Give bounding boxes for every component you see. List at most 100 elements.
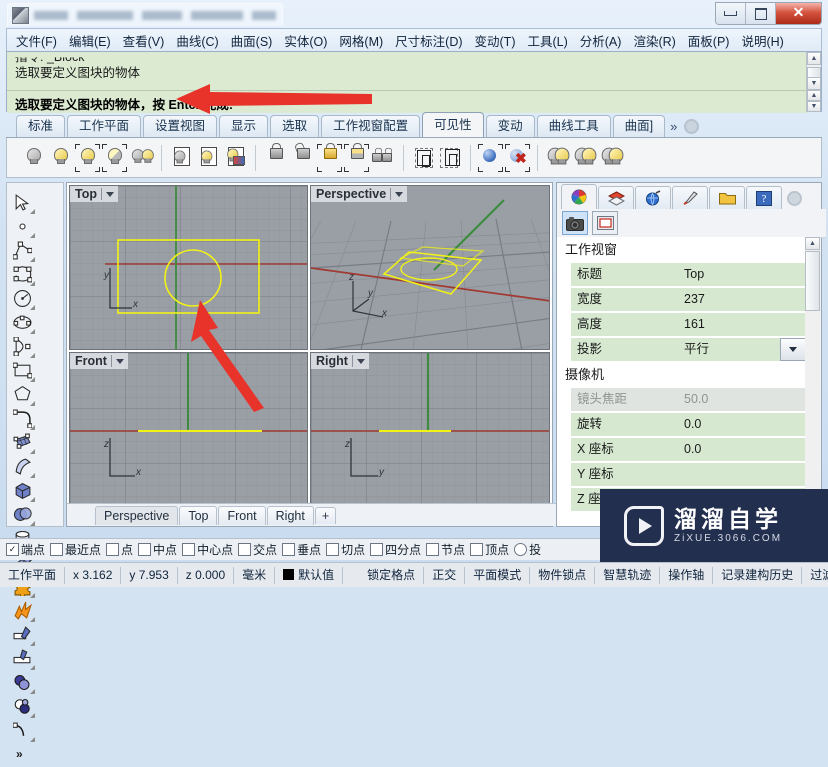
surface-from-points-icon[interactable]	[10, 431, 36, 455]
osnap-item-10[interactable]: 顶点	[470, 541, 509, 558]
lock-objects-icon[interactable]	[263, 142, 288, 173]
ribbon-tab-9[interactable]: 曲面]	[612, 115, 666, 137]
prompt-scroll-down-button[interactable]: ▼	[807, 101, 821, 112]
show-selected-icon[interactable]	[75, 143, 100, 173]
viewport-tab-add[interactable]: +	[314, 506, 337, 524]
ribbon-tab-8[interactable]: 曲线工具	[536, 115, 611, 137]
layers-tab-icon[interactable]	[598, 186, 634, 209]
polygon-icon[interactable]	[10, 383, 36, 407]
invert-lock-icon[interactable]	[344, 142, 369, 173]
osnap-checkbox[interactable]	[182, 543, 196, 556]
osnap-checkbox[interactable]: ✓	[6, 543, 19, 556]
viewport-perspective[interactable]: z y x Perspective	[310, 185, 550, 350]
status-toggle-6[interactable]: 记录建构历史	[713, 566, 803, 584]
prop-scroll-up-button[interactable]: ▲	[805, 237, 820, 250]
viewport-tab-right[interactable]: Right	[266, 505, 314, 525]
viewport-top[interactable]: y x Top	[69, 185, 308, 350]
light-on-icon[interactable]	[545, 143, 570, 173]
show-layer-icon[interactable]	[196, 143, 221, 173]
boolean-union-icon[interactable]	[10, 671, 36, 695]
ribbon-tab-4[interactable]: 选取	[270, 115, 320, 137]
hide-layer-icon[interactable]	[169, 143, 194, 173]
menu-item-7[interactable]: 尺寸标注(D)	[389, 28, 468, 53]
viewport-tab-top[interactable]: Top	[179, 505, 218, 525]
blend-curve-icon[interactable]	[10, 719, 36, 743]
more-tools-icon[interactable]: »	[10, 743, 36, 767]
menu-item-13[interactable]: 说明(H)	[735, 28, 789, 53]
scroll-up-button[interactable]: ▲	[807, 52, 821, 65]
osnap-item-5[interactable]: 交点	[238, 541, 277, 558]
osnap-checkbox[interactable]	[426, 543, 440, 556]
menu-item-5[interactable]: 实体(O)	[278, 28, 333, 53]
property-value[interactable]: Top	[679, 263, 806, 286]
hide-render-mesh-icon[interactable]: ✖	[505, 143, 530, 173]
ribbon-tab-5[interactable]: 工作视窗配置	[321, 115, 421, 137]
hide-objects-icon[interactable]	[21, 143, 46, 173]
select-arrow-icon[interactable]	[10, 191, 36, 215]
rectangle-icon[interactable]	[10, 359, 36, 383]
viewport-tab-perspective[interactable]: Perspective	[95, 505, 179, 525]
property-value[interactable]: 0.0	[679, 413, 806, 436]
prompt-scroll-up-button[interactable]: ▲	[807, 90, 821, 101]
property-value[interactable]	[679, 463, 806, 486]
chevron-down-icon[interactable]	[115, 358, 124, 364]
minimize-button[interactable]	[716, 3, 746, 24]
property-value[interactable]: 237	[679, 288, 806, 311]
osnap-item-4[interactable]: 中心点	[182, 541, 233, 558]
osnap-item-1[interactable]: 最近点	[50, 541, 101, 558]
ribbon-tab-2[interactable]: 设置视图	[143, 115, 218, 137]
chevron-down-icon[interactable]	[395, 191, 404, 197]
status-coord-z[interactable]: z 0.000	[178, 566, 235, 584]
status-toggle-3[interactable]: 物件锁点	[530, 566, 596, 584]
ribbon-tab-3[interactable]: 显示	[219, 115, 269, 137]
prop-scroll-thumb[interactable]	[805, 251, 820, 311]
ribbon-tab-7[interactable]: 变动	[485, 115, 535, 137]
boolean-difference-icon[interactable]	[10, 695, 36, 719]
property-value[interactable]: 平行	[679, 338, 781, 361]
property-dropdown-button[interactable]	[780, 338, 806, 361]
property-value[interactable]: 50.0	[679, 388, 806, 411]
status-toggle-7[interactable]: 过滤器	[802, 567, 828, 584]
isolate-selection-icon[interactable]	[411, 143, 436, 173]
sphere-boolean-icon[interactable]	[10, 503, 36, 527]
viewport-front[interactable]: z x Front	[69, 352, 308, 517]
fillet-icon[interactable]	[10, 407, 36, 431]
property-list-scrollbar[interactable]: ▲ ▼	[805, 237, 820, 526]
viewport-perspective-label[interactable]: Perspective	[311, 186, 408, 202]
menu-item-8[interactable]: 变动(T)	[469, 28, 522, 53]
command-prompt[interactable]: 选取要定义图块的物体，按 Enter 完成:	[7, 90, 807, 113]
ribbon-gear-icon[interactable]	[684, 119, 700, 134]
osnap-item-9[interactable]: 节点	[426, 541, 465, 558]
show-objects-icon[interactable]	[48, 143, 73, 173]
menu-item-10[interactable]: 分析(A)	[574, 28, 628, 53]
viewport-tab-front[interactable]: Front	[218, 505, 266, 525]
osnap-checkbox[interactable]	[238, 543, 252, 556]
scroll-down-button[interactable]: ▼	[807, 77, 821, 90]
surface-loft-icon[interactable]	[10, 455, 36, 479]
osnap-item-7[interactable]: 切点	[326, 541, 365, 558]
osnap-checkbox[interactable]	[370, 543, 384, 556]
viewport-top-label[interactable]: Top	[70, 186, 118, 202]
explode-icon[interactable]	[10, 599, 36, 623]
status-toggle-2[interactable]: 平面模式	[465, 566, 531, 584]
osnap-radio[interactable]	[514, 543, 528, 556]
curve-icon[interactable]	[10, 263, 36, 287]
osnap-item-0[interactable]: ✓ 端点	[6, 541, 45, 558]
status-cplane[interactable]: 工作平面	[0, 566, 66, 584]
property-value[interactable]: 0.0	[679, 438, 806, 461]
osnap-checkbox[interactable]	[470, 543, 484, 556]
menu-item-6[interactable]: 网格(M)	[333, 28, 389, 53]
swap-hidden-icon[interactable]	[129, 143, 154, 173]
viewport-right[interactable]: z y Right	[310, 352, 550, 517]
swap-locked-icon[interactable]	[371, 143, 396, 173]
circle-icon[interactable]	[10, 287, 36, 311]
isolate-multi-icon[interactable]	[438, 143, 463, 173]
osnap-item-2[interactable]: 点	[106, 541, 133, 558]
status-toggle-1[interactable]: 正交	[424, 566, 466, 584]
menu-item-12[interactable]: 面板(P)	[682, 28, 736, 53]
light-toggle-icon[interactable]	[599, 143, 624, 173]
viewport-front-label[interactable]: Front	[70, 353, 128, 369]
menu-item-1[interactable]: 编辑(E)	[63, 28, 117, 53]
split-icon[interactable]	[10, 647, 36, 671]
command-prompt-scrollbar[interactable]: ▲ ▼	[806, 90, 821, 112]
